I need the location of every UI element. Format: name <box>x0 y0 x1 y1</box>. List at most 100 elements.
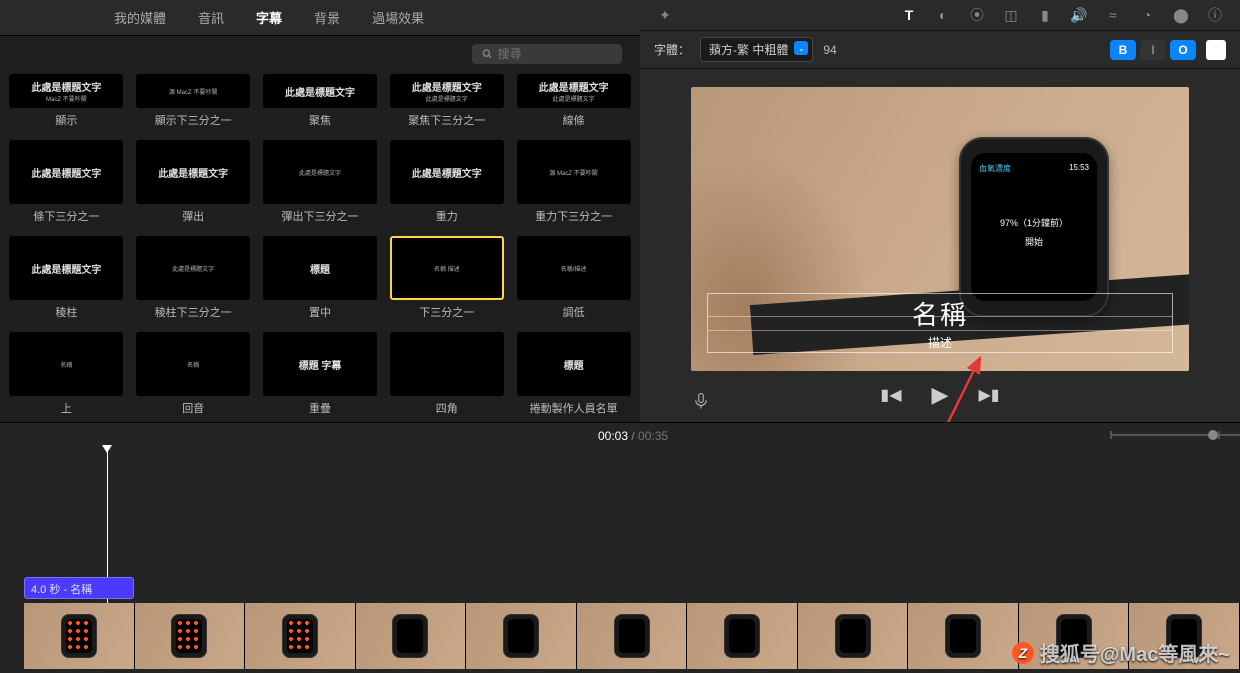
title-thumb[interactable]: 標題 <box>263 236 377 300</box>
title-cell[interactable]: 此處是標題文字稜柱下三分之一 <box>133 236 254 326</box>
title-thumb[interactable]: 名稱 <box>136 332 250 396</box>
timeline-clip[interactable] <box>908 603 1019 669</box>
filter-icon[interactable]: ⬤ <box>1172 6 1190 24</box>
title-clip[interactable]: 4.0 秒 - 名稱 <box>24 577 134 599</box>
title-thumb[interactable]: 名稱 描述 <box>390 236 504 300</box>
title-caption: 彈出 <box>182 208 204 224</box>
title-cell[interactable]: 此處是標題文字重力 <box>386 140 507 230</box>
inspector-toolbar: ✦ T ◐ ⦿ ◫ ▮ 🔊 ≈ ◔ ⬤ ⓘ <box>640 0 1240 31</box>
color-wheel-icon[interactable]: ⦿ <box>968 6 986 24</box>
font-select[interactable]: 蘋方-繁 中粗體 ⌄ <box>700 37 813 62</box>
timeline[interactable]: 00:03 / 00:35 4.0 秒 - 名稱 <box>0 422 1240 673</box>
title-caption: 上 <box>61 400 72 416</box>
text-tool-icon[interactable]: T <box>900 6 918 24</box>
title-cell[interactable]: 名稱/描述調低 <box>513 236 634 326</box>
title-cell[interactable]: 此處是標題文字彈出下三分之一 <box>260 140 381 230</box>
title-browser-panel: 我的媒體 音訊 字幕 背景 過場效果 此處是標題文字MacZ 不要吵鬧顯示源 M… <box>0 0 640 422</box>
title-caption: 重力 <box>436 208 458 224</box>
timeline-clip[interactable] <box>135 603 246 669</box>
tab-backgrounds[interactable]: 背景 <box>310 6 344 29</box>
zoom-slider[interactable] <box>1110 429 1220 441</box>
browser-tabs: 我的媒體 音訊 字幕 背景 過場效果 <box>0 0 640 36</box>
title-thumb[interactable]: 此處是標題文字 <box>136 236 250 300</box>
play-button[interactable]: ▶ <box>932 382 949 408</box>
title-cell[interactable]: 此處是標題文字此處是標題文字聚焦下三分之一 <box>386 74 507 134</box>
title-cell[interactable]: 此處是標題文字條下三分之一 <box>6 140 127 230</box>
title-caption: 聚焦 <box>309 112 331 128</box>
volume-icon[interactable]: 🔊 <box>1070 6 1088 24</box>
title-thumb[interactable]: 名稱/描述 <box>517 236 631 300</box>
timeline-clip[interactable] <box>245 603 356 669</box>
title-cell[interactable]: 標題捲動製作人員名單 <box>513 332 634 422</box>
title-thumb[interactable]: 此處是標題文字MacZ 不要吵鬧 <box>9 74 123 108</box>
timeline-clip[interactable] <box>687 603 798 669</box>
title-caption: 顯示 <box>55 112 77 128</box>
video-frame[interactable]: 血氧濃度15:53 97%（1分鐘前） 開始 名稱 描述 <box>691 87 1189 371</box>
title-thumb[interactable]: 此處是標題文字 <box>9 236 123 300</box>
title-thumb[interactable]: 此處是標題文字 <box>9 140 123 204</box>
stabilize-icon[interactable]: ▮ <box>1036 6 1054 24</box>
title-thumb[interactable]: 源 MacZ 不要吵鬧 <box>136 74 250 108</box>
speed-icon[interactable]: ◔ <box>1138 6 1156 24</box>
color-balance-icon[interactable]: ◐ <box>934 6 952 24</box>
title-cell[interactable]: 標題 字幕重疊 <box>260 332 381 422</box>
tab-titles[interactable]: 字幕 <box>252 6 286 29</box>
outline-button[interactable]: O <box>1170 40 1196 60</box>
timeline-clip[interactable] <box>466 603 577 669</box>
title-thumb[interactable]: 此處是標題文字 <box>390 140 504 204</box>
title-overlay[interactable]: 名稱 描述 <box>707 293 1173 353</box>
title-thumb[interactable]: 此處是標題文字此處是標題文字 <box>390 74 504 108</box>
search-input[interactable] <box>498 47 612 61</box>
title-cell[interactable]: 名稱上 <box>6 332 127 422</box>
magic-wand-icon[interactable]: ✦ <box>656 6 674 24</box>
title-cell[interactable]: 源 MacZ 不要吵鬧重力下三分之一 <box>513 140 634 230</box>
title-thumb[interactable]: 名稱 <box>9 332 123 396</box>
title-thumb[interactable]: 源 MacZ 不要吵鬧 <box>517 140 631 204</box>
italic-button[interactable]: I <box>1140 40 1166 60</box>
title-caption: 重疊 <box>309 400 331 416</box>
tab-transitions[interactable]: 過場效果 <box>368 6 428 29</box>
crop-icon[interactable]: ◫ <box>1002 6 1020 24</box>
title-cell[interactable]: 此處是標題文字MacZ 不要吵鬧顯示 <box>6 74 127 134</box>
next-frame-button[interactable]: ▶▮ <box>978 385 999 405</box>
timeline-clip[interactable] <box>356 603 467 669</box>
tab-audio[interactable]: 音訊 <box>194 6 228 29</box>
timeline-clip[interactable] <box>798 603 909 669</box>
title-cell[interactable]: 此處是標題文字彈出 <box>133 140 254 230</box>
title-thumb[interactable]: 標題 字幕 <box>263 332 377 396</box>
title-cell[interactable]: 此處是標題文字聚焦 <box>260 74 381 134</box>
title-thumb[interactable]: 此處是標題文字 <box>136 140 250 204</box>
title-cell[interactable]: 名稱 描述下三分之一 <box>386 236 507 326</box>
info-icon[interactable]: ⓘ <box>1206 6 1224 24</box>
title-caption: 下三分之一 <box>419 304 474 320</box>
title-caption: 顯示下三分之一 <box>155 112 232 128</box>
bold-button[interactable]: B <box>1110 40 1136 60</box>
title-cell[interactable]: 名稱回音 <box>133 332 254 422</box>
title-thumb[interactable]: 標題 <box>517 332 631 396</box>
title-cell[interactable]: 此處是標題文字此處是標題文字線條 <box>513 74 634 134</box>
title-cell[interactable]: 四角 <box>386 332 507 422</box>
title-overlay-sub[interactable]: 描述 <box>928 334 952 351</box>
font-size[interactable]: 94 <box>823 43 836 57</box>
prev-frame-button[interactable]: ▮◀ <box>880 385 901 405</box>
watermark: Z 搜狐号@Mac等風來~ <box>1012 638 1230 667</box>
search-box[interactable] <box>472 44 622 64</box>
title-caption: 捲動製作人員名單 <box>530 400 618 416</box>
voiceover-button[interactable] <box>692 390 710 417</box>
tab-my-media[interactable]: 我的媒體 <box>110 6 170 29</box>
video-viewer[interactable]: 血氧濃度15:53 97%（1分鐘前） 開始 名稱 描述 <box>640 69 1240 372</box>
color-swatch[interactable] <box>1206 40 1226 60</box>
title-cell[interactable]: 源 MacZ 不要吵鬧顯示下三分之一 <box>133 74 254 134</box>
title-caption: 調低 <box>563 304 585 320</box>
title-caption: 聚焦下三分之一 <box>408 112 485 128</box>
title-cell[interactable]: 此處是標題文字稜柱 <box>6 236 127 326</box>
title-thumb[interactable] <box>390 332 504 396</box>
title-overlay-main[interactable]: 名稱 <box>912 295 968 332</box>
noise-icon[interactable]: ≈ <box>1104 6 1122 24</box>
title-thumb[interactable]: 此處是標題文字 <box>263 74 377 108</box>
timeline-clip[interactable] <box>24 603 135 669</box>
title-thumb[interactable]: 此處是標題文字 <box>263 140 377 204</box>
title-thumb[interactable]: 此處是標題文字此處是標題文字 <box>517 74 631 108</box>
timeline-clip[interactable] <box>577 603 688 669</box>
title-cell[interactable]: 標題置中 <box>260 236 381 326</box>
